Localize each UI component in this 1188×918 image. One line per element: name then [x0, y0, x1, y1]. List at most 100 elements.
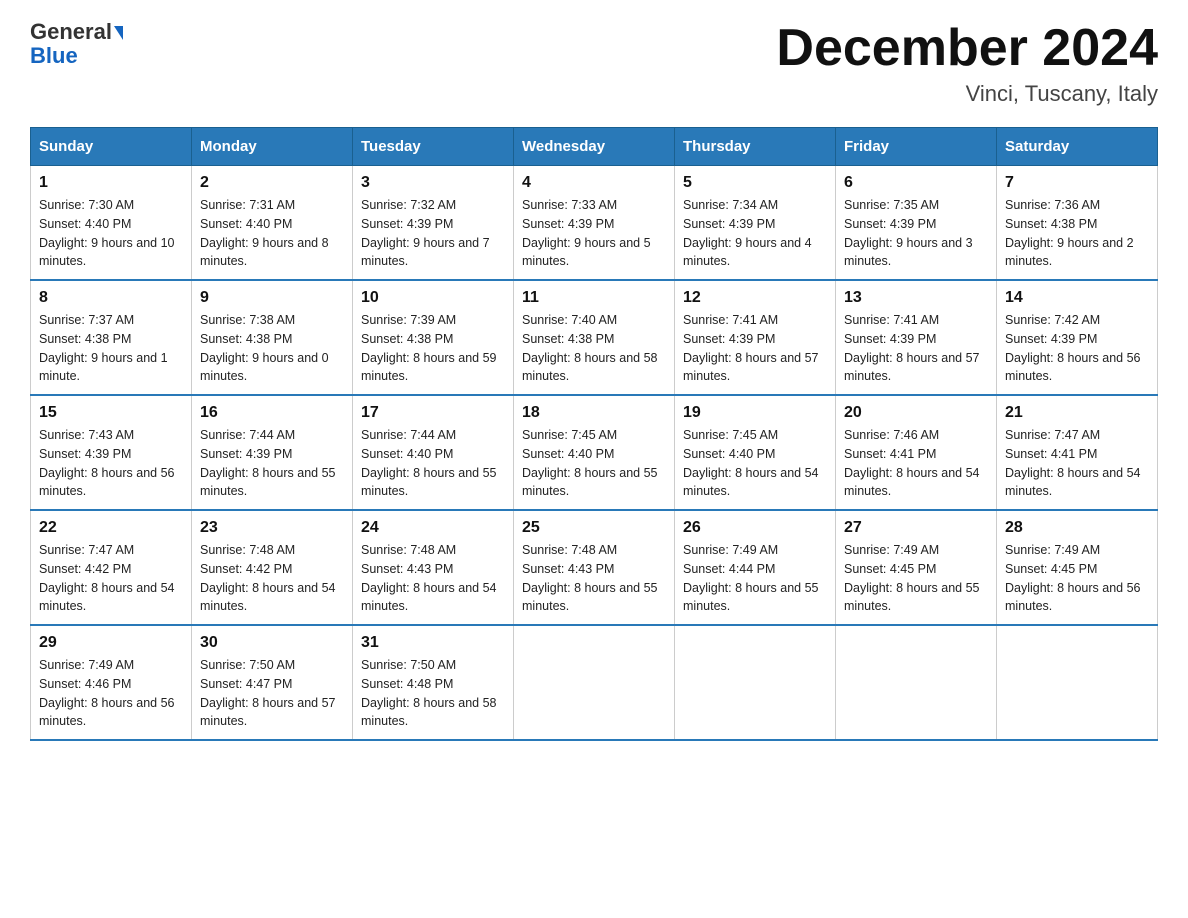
day-number: 26	[683, 519, 827, 537]
day-info: Sunrise: 7:48 AMSunset: 4:43 PMDaylight:…	[361, 541, 505, 616]
logo-blue-text: Blue	[30, 44, 123, 68]
table-row: 31Sunrise: 7:50 AMSunset: 4:48 PMDayligh…	[353, 625, 514, 740]
page-header: General Blue December 2024 Vinci, Tuscan…	[30, 20, 1158, 107]
table-row: 30 Sunrise: 7:50 AMSunset: 4:47 PMDayligh…	[192, 625, 353, 740]
table-row: 23 Sunrise: 7:48 AMSunset: 4:42 PMDayligh…	[192, 510, 353, 625]
day-info: Sunrise: 7:38 AMSunset: 4:38 PMDaylight:…	[200, 311, 344, 386]
table-row: 8Sunrise: 7:37 AMSunset: 4:38 PMDaylight…	[31, 280, 192, 395]
table-row: 18 Sunrise: 7:45 AMSunset: 4:40 PMDayligh…	[514, 395, 675, 510]
table-row: 15 Sunrise: 7:43 AMSunset: 4:39 PMDayligh…	[31, 395, 192, 510]
day-info: Sunrise: 7:32 AMSunset: 4:39 PMDaylight:…	[361, 196, 505, 271]
table-row	[675, 625, 836, 740]
table-row: 16 Sunrise: 7:44 AMSunset: 4:39 PMDayligh…	[192, 395, 353, 510]
day-number: 2	[200, 174, 344, 192]
day-info: Sunrise: 7:50 AMSunset: 4:48 PMDaylight:…	[361, 656, 505, 731]
day-number: 15	[39, 404, 183, 422]
day-number: 10	[361, 289, 505, 307]
day-number: 9	[200, 289, 344, 307]
day-number: 20	[844, 404, 988, 422]
day-number: 16	[200, 404, 344, 422]
weekday-header-wednesday: Wednesday	[514, 128, 675, 166]
day-info: Sunrise: 7:45 AMSunset: 4:40 PMDaylight:…	[522, 426, 666, 501]
week-row-3: 15 Sunrise: 7:43 AMSunset: 4:39 PMDayligh…	[31, 395, 1158, 510]
day-info: Sunrise: 7:42 AMSunset: 4:39 PMDaylight:…	[1005, 311, 1149, 386]
title-block: December 2024 Vinci, Tuscany, Italy	[776, 20, 1158, 107]
table-row: 17 Sunrise: 7:44 AMSunset: 4:40 PMDayligh…	[353, 395, 514, 510]
day-number: 18	[522, 404, 666, 422]
week-row-4: 22 Sunrise: 7:47 AMSunset: 4:42 PMDayligh…	[31, 510, 1158, 625]
day-number: 29	[39, 634, 183, 652]
day-number: 23	[200, 519, 344, 537]
day-info: Sunrise: 7:31 AMSunset: 4:40 PMDaylight:…	[200, 196, 344, 271]
table-row	[997, 625, 1158, 740]
day-info: Sunrise: 7:49 AMSunset: 4:45 PMDaylight:…	[844, 541, 988, 616]
table-row: 12Sunrise: 7:41 AMSunset: 4:39 PMDayligh…	[675, 280, 836, 395]
day-info: Sunrise: 7:50 AMSunset: 4:47 PMDaylight:…	[200, 656, 344, 731]
table-row: 29 Sunrise: 7:49 AMSunset: 4:46 PMDayligh…	[31, 625, 192, 740]
table-row: 27Sunrise: 7:49 AMSunset: 4:45 PMDayligh…	[836, 510, 997, 625]
day-info: Sunrise: 7:41 AMSunset: 4:39 PMDaylight:…	[844, 311, 988, 386]
table-row: 11 Sunrise: 7:40 AMSunset: 4:38 PMDayligh…	[514, 280, 675, 395]
table-row: 26Sunrise: 7:49 AMSunset: 4:44 PMDayligh…	[675, 510, 836, 625]
day-number: 1	[39, 174, 183, 192]
week-row-5: 29 Sunrise: 7:49 AMSunset: 4:46 PMDayligh…	[31, 625, 1158, 740]
day-number: 17	[361, 404, 505, 422]
table-row: 4 Sunrise: 7:33 AMSunset: 4:39 PMDaylight…	[514, 166, 675, 281]
day-info: Sunrise: 7:47 AMSunset: 4:41 PMDaylight:…	[1005, 426, 1149, 501]
table-row: 21 Sunrise: 7:47 AMSunset: 4:41 PMDayligh…	[997, 395, 1158, 510]
day-number: 11	[522, 289, 666, 307]
day-number: 28	[1005, 519, 1149, 537]
weekday-header-monday: Monday	[192, 128, 353, 166]
table-row	[836, 625, 997, 740]
day-number: 6	[844, 174, 988, 192]
day-info: Sunrise: 7:43 AMSunset: 4:39 PMDaylight:…	[39, 426, 183, 501]
day-number: 21	[1005, 404, 1149, 422]
table-row: 20 Sunrise: 7:46 AMSunset: 4:41 PMDayligh…	[836, 395, 997, 510]
day-number: 30	[200, 634, 344, 652]
table-row: 24Sunrise: 7:48 AMSunset: 4:43 PMDayligh…	[353, 510, 514, 625]
day-number: 22	[39, 519, 183, 537]
day-number: 12	[683, 289, 827, 307]
table-row: 28 Sunrise: 7:49 AMSunset: 4:45 PMDayligh…	[997, 510, 1158, 625]
logo: General Blue	[30, 20, 123, 68]
day-info: Sunrise: 7:44 AMSunset: 4:39 PMDaylight:…	[200, 426, 344, 501]
day-info: Sunrise: 7:34 AMSunset: 4:39 PMDaylight:…	[683, 196, 827, 271]
day-info: Sunrise: 7:35 AMSunset: 4:39 PMDaylight:…	[844, 196, 988, 271]
calendar-title: December 2024	[776, 20, 1158, 77]
table-row: 7 Sunrise: 7:36 AMSunset: 4:38 PMDaylight…	[997, 166, 1158, 281]
table-row: 6 Sunrise: 7:35 AMSunset: 4:39 PMDaylight…	[836, 166, 997, 281]
logo-triangle-icon	[114, 26, 123, 40]
calendar-table: SundayMondayTuesdayWednesdayThursdayFrid…	[30, 127, 1158, 741]
day-info: Sunrise: 7:47 AMSunset: 4:42 PMDaylight:…	[39, 541, 183, 616]
day-info: Sunrise: 7:30 AMSunset: 4:40 PMDaylight:…	[39, 196, 183, 271]
day-number: 4	[522, 174, 666, 192]
day-info: Sunrise: 7:48 AMSunset: 4:42 PMDaylight:…	[200, 541, 344, 616]
calendar-subtitle: Vinci, Tuscany, Italy	[776, 81, 1158, 107]
weekday-header-row: SundayMondayTuesdayWednesdayThursdayFrid…	[31, 128, 1158, 166]
weekday-header-friday: Friday	[836, 128, 997, 166]
weekday-header-thursday: Thursday	[675, 128, 836, 166]
table-row: 14Sunrise: 7:42 AMSunset: 4:39 PMDayligh…	[997, 280, 1158, 395]
weekday-header-tuesday: Tuesday	[353, 128, 514, 166]
day-number: 25	[522, 519, 666, 537]
day-info: Sunrise: 7:49 AMSunset: 4:46 PMDaylight:…	[39, 656, 183, 731]
day-info: Sunrise: 7:45 AMSunset: 4:40 PMDaylight:…	[683, 426, 827, 501]
logo-general-text: General	[30, 19, 112, 44]
table-row: 2 Sunrise: 7:31 AMSunset: 4:40 PMDaylight…	[192, 166, 353, 281]
table-row: 3Sunrise: 7:32 AMSunset: 4:39 PMDaylight…	[353, 166, 514, 281]
day-number: 19	[683, 404, 827, 422]
day-info: Sunrise: 7:36 AMSunset: 4:38 PMDaylight:…	[1005, 196, 1149, 271]
day-info: Sunrise: 7:48 AMSunset: 4:43 PMDaylight:…	[522, 541, 666, 616]
day-info: Sunrise: 7:33 AMSunset: 4:39 PMDaylight:…	[522, 196, 666, 271]
day-info: Sunrise: 7:44 AMSunset: 4:40 PMDaylight:…	[361, 426, 505, 501]
table-row: 19 Sunrise: 7:45 AMSunset: 4:40 PMDayligh…	[675, 395, 836, 510]
table-row: 9 Sunrise: 7:38 AMSunset: 4:38 PMDaylight…	[192, 280, 353, 395]
day-info: Sunrise: 7:46 AMSunset: 4:41 PMDaylight:…	[844, 426, 988, 501]
day-info: Sunrise: 7:49 AMSunset: 4:45 PMDaylight:…	[1005, 541, 1149, 616]
week-row-2: 8Sunrise: 7:37 AMSunset: 4:38 PMDaylight…	[31, 280, 1158, 395]
table-row: 22 Sunrise: 7:47 AMSunset: 4:42 PMDayligh…	[31, 510, 192, 625]
day-number: 7	[1005, 174, 1149, 192]
table-row: 13Sunrise: 7:41 AMSunset: 4:39 PMDayligh…	[836, 280, 997, 395]
day-info: Sunrise: 7:40 AMSunset: 4:38 PMDaylight:…	[522, 311, 666, 386]
calendar-body: 1 Sunrise: 7:30 AMSunset: 4:40 PMDaylight…	[31, 166, 1158, 741]
